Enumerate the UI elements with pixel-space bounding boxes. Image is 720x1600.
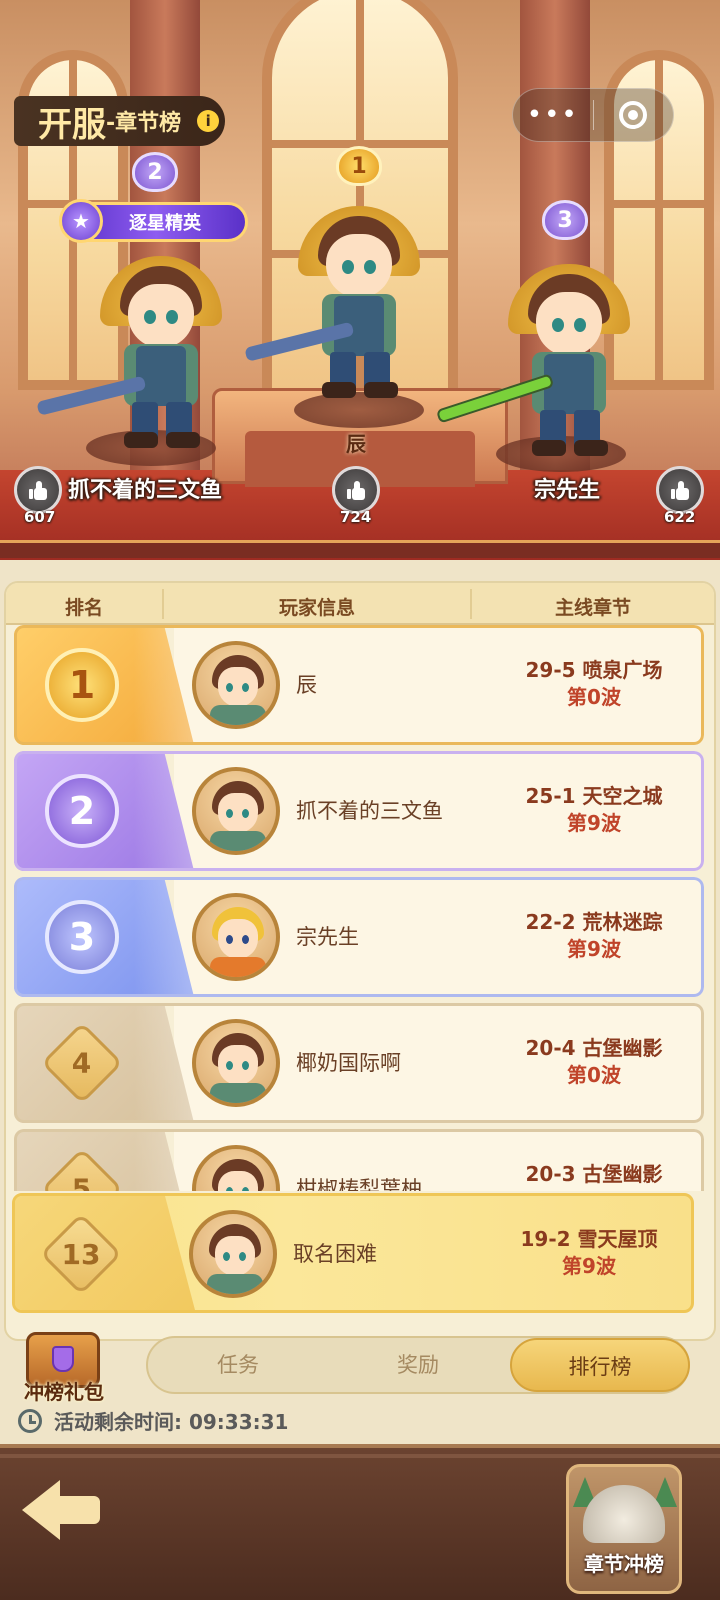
page-subtitle: -章节榜 bbox=[106, 111, 182, 136]
close-button[interactable] bbox=[594, 89, 674, 141]
rank-diamond-icon: 4 bbox=[38, 1019, 126, 1107]
hero-rank-2[interactable] bbox=[86, 226, 236, 448]
timer-text: 活动剩余时间: 09:33:31 bbox=[54, 1410, 289, 1434]
chapter-progress: 25-1 天空之城 第9波 bbox=[525, 784, 663, 835]
thumbs-up-icon bbox=[29, 481, 47, 500]
miniprogram-capsule: ••• bbox=[512, 88, 674, 142]
table-header: 排名 玩家信息 主线章节 bbox=[6, 583, 714, 625]
table-row[interactable]: 5 柑椒梼梨葉柚 20-3 古堡幽影 bbox=[14, 1129, 704, 1191]
close-ring-icon bbox=[619, 101, 648, 129]
player-name: 辰 bbox=[296, 673, 317, 697]
clock-icon bbox=[18, 1408, 42, 1433]
info-icon[interactable]: i bbox=[197, 110, 220, 132]
back-arrow-icon bbox=[22, 1480, 60, 1540]
table-row[interactable]: 4 椰奶国际啊 20-4 古堡幽影 第0波 bbox=[14, 1003, 704, 1123]
like-button-rank-1[interactable] bbox=[332, 466, 380, 514]
chapter-progress: 20-4 古堡幽影 第0波 bbox=[525, 1036, 663, 1087]
player-name: 取名困难 bbox=[293, 1242, 377, 1266]
header-player-info: 玩家信息 bbox=[278, 597, 355, 619]
hero-rank-3[interactable] bbox=[494, 234, 644, 456]
like-button-rank-3[interactable] bbox=[656, 466, 704, 514]
rank-2-name: 抓不着的三文鱼 bbox=[68, 478, 223, 503]
gold-medal-icon: 1 bbox=[38, 641, 126, 729]
thumbs-up-icon bbox=[347, 481, 365, 500]
rank-2-medal: 2 bbox=[132, 152, 178, 192]
like-count-rank-3: 622 bbox=[664, 508, 696, 526]
avatar bbox=[192, 641, 280, 729]
blue-medal-icon: 3 bbox=[38, 893, 126, 981]
tab-leaderboard[interactable]: 排行榜 bbox=[510, 1338, 690, 1392]
chapter-rush-label: 章节冲榜 bbox=[584, 1552, 664, 1576]
table-row[interactable]: 2 抓不着的三文鱼 25-1 天空之城 第9波 bbox=[14, 751, 704, 871]
chapter-progress: 19-2 雪天屋顶 第9波 bbox=[520, 1227, 658, 1278]
event-timer: 活动剩余时间: 09:33:31 bbox=[18, 1406, 288, 1435]
player-name: 宗先生 bbox=[296, 925, 359, 949]
leaderboard-list[interactable]: 1 辰 29-5 喷泉广场 第0波 2 抓不着的三文鱼 25-1 天空之城 第9波 bbox=[6, 625, 714, 1191]
hero-shadow bbox=[294, 392, 424, 428]
page-title: 开服 bbox=[38, 104, 106, 145]
player-name: 柑椒梼梨葉柚 bbox=[296, 1177, 422, 1191]
more-button[interactable]: ••• bbox=[513, 89, 593, 141]
thumbs-up-icon bbox=[671, 481, 689, 500]
avatar bbox=[192, 1145, 280, 1191]
more-dots-icon: ••• bbox=[526, 100, 579, 130]
hero-rank-1[interactable] bbox=[284, 176, 434, 398]
rank-diamond-icon: 5 bbox=[38, 1145, 126, 1191]
like-button-rank-2[interactable] bbox=[14, 466, 62, 514]
avatar bbox=[189, 1210, 277, 1298]
chapter-progress: 20-3 古堡幽影 bbox=[525, 1162, 663, 1186]
player-name: 椰奶国际啊 bbox=[296, 1051, 401, 1075]
tab-rewards[interactable]: 奖励 bbox=[328, 1338, 508, 1392]
rank-diamond-icon: 13 bbox=[37, 1210, 125, 1298]
chapter-progress: 29-5 喷泉广场 第0波 bbox=[525, 658, 663, 709]
table-row[interactable]: 3 宗先生 22-2 荒林迷踪 第9波 bbox=[14, 877, 704, 997]
header-rank: 排名 bbox=[64, 597, 103, 619]
player-name: 抓不着的三文鱼 bbox=[296, 799, 443, 823]
avatar bbox=[192, 1019, 280, 1107]
page-title-banner: 开服 -章节榜 i bbox=[14, 96, 226, 146]
like-count-rank-2: 607 bbox=[24, 508, 56, 526]
like-count-rank-1: 724 bbox=[340, 508, 372, 526]
purple-medal-icon: 2 bbox=[38, 767, 126, 855]
rank-3-name: 宗先生 bbox=[534, 478, 601, 503]
my-rank-row[interactable]: 13 取名困难 19-2 雪天屋顶 第9波 bbox=[12, 1193, 694, 1313]
header-main-chapter: 主线章节 bbox=[554, 597, 631, 619]
avatar bbox=[192, 893, 280, 981]
gem-icon bbox=[52, 1346, 74, 1372]
carpet-trim bbox=[0, 540, 720, 558]
chapter-progress: 22-2 荒林迷踪 第9波 bbox=[525, 910, 663, 961]
rank-1-name: 辰 bbox=[346, 432, 366, 456]
gift-pack-label: 冲榜礼包 bbox=[24, 1380, 104, 1404]
table-row[interactable]: 1 辰 29-5 喷泉广场 第0波 bbox=[14, 625, 704, 745]
bottom-tabs: 任务 奖励 排行榜 bbox=[146, 1336, 690, 1394]
tab-tasks[interactable]: 任务 bbox=[148, 1338, 328, 1392]
back-button[interactable] bbox=[22, 1480, 100, 1540]
avatar bbox=[192, 767, 280, 855]
